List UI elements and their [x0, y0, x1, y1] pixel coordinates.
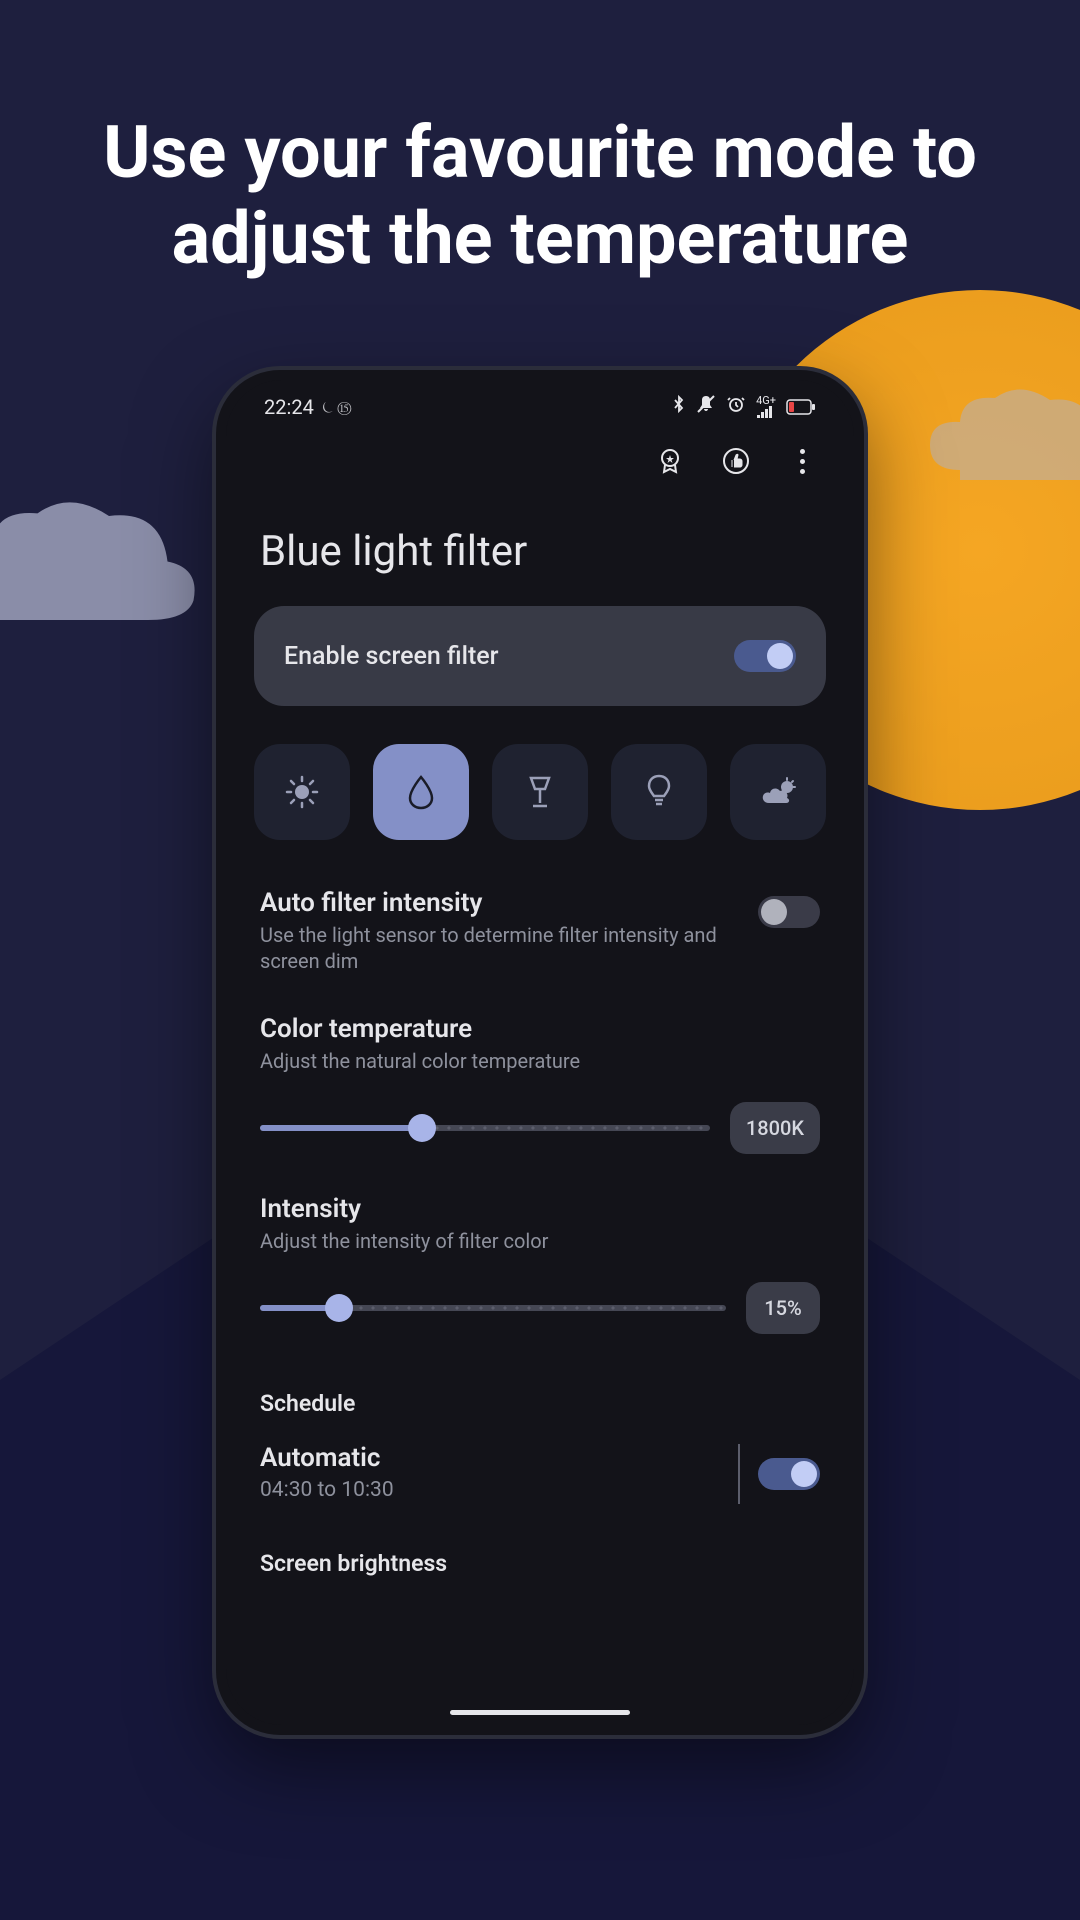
headline: Use your favourite mode to adjust the te…: [0, 0, 1080, 283]
color-temp-row: Color temperature Adjust the natural col…: [226, 984, 854, 1084]
intensity-slider[interactable]: [260, 1305, 726, 1311]
automatic-divider: [738, 1444, 740, 1504]
page-title: Blue light filter: [226, 489, 854, 606]
automatic-title: Automatic: [260, 1443, 394, 1473]
intensity-value: 15%: [746, 1282, 820, 1334]
brightness-header: Screen brightness: [226, 1526, 854, 1593]
bluetooth-icon: [672, 394, 686, 419]
enable-filter-card[interactable]: Enable screen filter: [254, 606, 826, 706]
color-temp-slider-row: 1800K: [226, 1084, 854, 1176]
automatic-toggle[interactable]: [758, 1458, 820, 1490]
mode-cloud[interactable]: [730, 744, 826, 840]
status-extras: ⏾ ⑮: [322, 398, 352, 416]
enable-filter-toggle[interactable]: [734, 640, 796, 672]
phone-frame: 22:24 ⏾ ⑮ 4G+: [216, 370, 864, 1735]
intensity-desc: Adjust the intensity of filter color: [260, 1228, 800, 1254]
status-bar: 22:24 ⏾ ⑮ 4G+: [226, 380, 854, 425]
alarm-icon: [726, 394, 746, 419]
automatic-row[interactable]: Automatic 04:30 to 10:30: [226, 1433, 854, 1526]
mode-row: [226, 706, 854, 870]
phone-screen: 22:24 ⏾ ⑮ 4G+: [226, 380, 854, 1725]
mode-sun[interactable]: [254, 744, 350, 840]
color-temp-title: Color temperature: [260, 1014, 800, 1044]
auto-intensity-toggle[interactable]: [758, 896, 820, 928]
home-indicator[interactable]: [450, 1710, 630, 1715]
app-bar: [226, 425, 854, 489]
mode-lamp[interactable]: [492, 744, 588, 840]
bg-cloud-right: [920, 380, 1080, 490]
color-temp-value: 1800K: [730, 1102, 820, 1154]
schedule-header: Schedule: [226, 1356, 854, 1433]
auto-intensity-desc: Use the light sensor to determine filter…: [260, 922, 738, 974]
intensity-slider-row: 15%: [226, 1264, 854, 1356]
auto-intensity-row[interactable]: Auto filter intensity Use the light sens…: [226, 870, 854, 984]
automatic-desc: 04:30 to 10:30: [260, 1477, 394, 1504]
mode-bulb[interactable]: [611, 744, 707, 840]
signal-icon: 4G+: [756, 395, 776, 418]
color-temp-slider[interactable]: [260, 1125, 710, 1131]
mode-drop[interactable]: [373, 744, 469, 840]
auto-intensity-title: Auto filter intensity: [260, 888, 738, 918]
overflow-menu[interactable]: [784, 443, 820, 479]
battery-icon: [786, 399, 816, 415]
status-time: 22:24: [264, 395, 314, 419]
color-temp-desc: Adjust the natural color temperature: [260, 1048, 800, 1074]
intensity-title: Intensity: [260, 1194, 800, 1224]
vibrate-icon: [696, 394, 716, 419]
bg-cloud-left: [0, 490, 200, 630]
badge-icon[interactable]: [652, 443, 688, 479]
intensity-row: Intensity Adjust the intensity of filter…: [226, 1176, 854, 1264]
enable-filter-label: Enable screen filter: [284, 642, 499, 671]
thumb-icon[interactable]: [718, 443, 754, 479]
